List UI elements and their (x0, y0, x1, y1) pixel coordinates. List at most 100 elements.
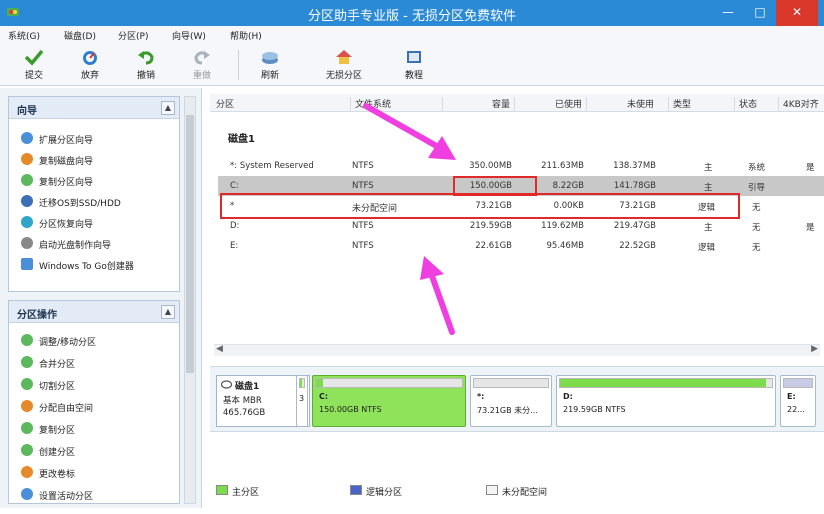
partition-block-name: D: (563, 392, 573, 401)
cell-unused: 219.47GB (613, 221, 656, 231)
usage-bar (559, 378, 773, 388)
undo-button[interactable]: 撤销 (124, 46, 168, 84)
col-status[interactable]: 状态 (734, 97, 757, 111)
migrate-icon (21, 195, 33, 207)
disk-size: 465.76GB (223, 408, 266, 418)
left-scrollbar[interactable] (184, 96, 196, 504)
tutorial-button[interactable]: 教程 (392, 46, 436, 84)
gauge-icon (83, 51, 97, 65)
op-label: 更改卷标 (39, 470, 76, 480)
legend-unallocated: 未分配空间 (502, 488, 548, 498)
wizard-item-migrate-os[interactable]: 迁移OS到SSD/HDD (21, 192, 176, 212)
wizard-item-extend[interactable]: 扩展分区向导 (21, 129, 176, 149)
horizontal-scrollbar[interactable]: ◀ ▶ (214, 344, 820, 356)
discard-label: 放弃 (80, 71, 99, 81)
partition-block-name: E: (787, 392, 796, 401)
wizard-item-label: 迁移OS到SSD/HDD (39, 199, 121, 209)
menu-wizard[interactable]: 向导(W) (172, 29, 206, 42)
partition-block-reserved[interactable]: 3 (296, 375, 308, 427)
wizard-group: 向导 ▲ 扩展分区向导 复制磁盘向导 复制分区向导 迁移OS到SSD/HDD 分… (8, 96, 180, 292)
table-row[interactable]: D: NTFS 219.59GB 119.62MB 219.47GB 主 无 是 (218, 216, 824, 236)
partition-panel: 分区 文件系统 容量 已使用 未使用 类型 状态 4KB对齐 磁盘1 *: Sy… (210, 88, 824, 508)
scroll-right-icon[interactable]: ▶ (811, 344, 818, 354)
op-copy[interactable]: 复制分区 (21, 419, 176, 439)
usage-bar (783, 378, 813, 388)
usage-bar (299, 378, 305, 388)
redo-button[interactable]: 重做 (180, 46, 224, 84)
cell-partition: D: (230, 221, 240, 231)
tutorial-label: 教程 (404, 71, 423, 81)
partition-block-unallocated[interactable]: *: 73.21GB 未分... (470, 375, 552, 427)
op-resize-move[interactable]: 调整/移动分区 (21, 331, 176, 351)
annotation-arrow-up (420, 256, 455, 335)
col-used[interactable]: 已使用 (514, 97, 586, 111)
op-merge[interactable]: 合并分区 (21, 353, 176, 373)
col-type[interactable]: 类型 (668, 97, 691, 111)
minimize-button[interactable]: — (712, 0, 744, 26)
col-partition[interactable]: 分区 (212, 97, 234, 111)
menu-help[interactable]: 帮助(H) (230, 29, 262, 42)
cell-status: 无 (752, 243, 761, 253)
collapse-icon[interactable]: ▲ (161, 101, 175, 115)
col-4k-align[interactable]: 4KB对齐 (778, 97, 819, 111)
collapse-icon[interactable]: ▲ (161, 305, 175, 319)
op-label: 创建分区 (39, 448, 76, 458)
redo-label: 重做 (192, 71, 211, 81)
scroll-left-icon[interactable]: ◀ (216, 344, 223, 354)
op-label: 切割分区 (39, 382, 76, 392)
submit-button[interactable]: 提交 (12, 46, 56, 84)
window-title: 分区助手专业版 - 无损分区免费软件 (308, 9, 516, 24)
wizard-item-label: 分区恢复向导 (39, 220, 94, 230)
usage-bar-fill (316, 379, 324, 387)
table-row[interactable]: E: NTFS 22.61GB 95.46MB 22.52GB 逻辑 无 (218, 236, 824, 256)
op-create[interactable]: 创建分区 (21, 441, 176, 461)
op-label: 复制分区 (39, 426, 76, 436)
cell-filesystem: NTFS (352, 221, 374, 231)
wizard-group-header: 向导 ▲ (9, 97, 179, 119)
op-allocate-free[interactable]: 分配自由空间 (21, 397, 176, 417)
op-label: 分配自由空间 (39, 404, 94, 414)
op-set-active[interactable]: 设置活动分区 (21, 485, 176, 503)
wizard-item-copy-partition[interactable]: 复制分区向导 (21, 171, 176, 191)
menu-disk[interactable]: 磁盘(D) (64, 29, 96, 42)
lossless-partition-button[interactable]: 无损分区 (316, 46, 372, 84)
redo-icon (194, 51, 210, 65)
refresh-button[interactable]: 刷新 (248, 46, 292, 84)
label-icon (21, 466, 33, 478)
wizard-item-copy-disk[interactable]: 复制磁盘向导 (21, 150, 176, 170)
wizard-group-title: 向导 (17, 106, 37, 117)
wizard-item-bootable-cd[interactable]: 启动光盘制作向导 (21, 234, 176, 254)
wizard-item-windows-to-go[interactable]: Windows To Go创建器 (21, 255, 176, 275)
menu-system[interactable]: 系统(G) (8, 29, 40, 42)
undo-label: 撤销 (136, 71, 155, 81)
undo-icon (138, 51, 154, 65)
op-split[interactable]: 切割分区 (21, 375, 176, 395)
allocate-icon (21, 400, 33, 412)
table-row[interactable]: *: System Reserved NTFS 350.00MB 211.63M… (218, 156, 824, 176)
menu-partition[interactable]: 分区(P) (118, 29, 148, 42)
col-unused[interactable]: 未使用 (586, 97, 658, 111)
left-scrollbar-thumb[interactable] (186, 115, 194, 373)
cell-status: 系统 (748, 163, 766, 173)
partition-block-desc: 150.00GB NTFS (319, 405, 382, 414)
cell-unused: 141.78GB (613, 181, 656, 191)
wizard-item-recover[interactable]: 分区恢复向导 (21, 213, 176, 233)
partition-block-c[interactable]: C: 150.00GB NTFS (312, 375, 466, 427)
close-button[interactable]: ✕ (776, 0, 818, 26)
cell-used: 95.46MB (546, 241, 585, 251)
discard-button[interactable]: 放弃 (68, 46, 112, 84)
usage-bar (473, 378, 549, 388)
refresh-label: 刷新 (260, 71, 279, 81)
cell-type: 主 (704, 223, 713, 233)
cell-partition: E: (230, 241, 239, 251)
wizard-item-label: 扩展分区向导 (39, 136, 94, 146)
copy-partition-icon (21, 174, 33, 186)
partition-block-d[interactable]: D: 219.59GB NTFS (556, 375, 776, 427)
partition-block-desc: 219.59GB NTFS (563, 405, 626, 414)
partition-block-e[interactable]: E: 22... (780, 375, 816, 427)
maximize-button[interactable]: □ (744, 0, 776, 26)
cd-icon (21, 237, 33, 249)
checkmark-icon (24, 49, 44, 66)
op-change-label[interactable]: 更改卷标 (21, 463, 176, 483)
cell-align: 是 (806, 163, 815, 173)
